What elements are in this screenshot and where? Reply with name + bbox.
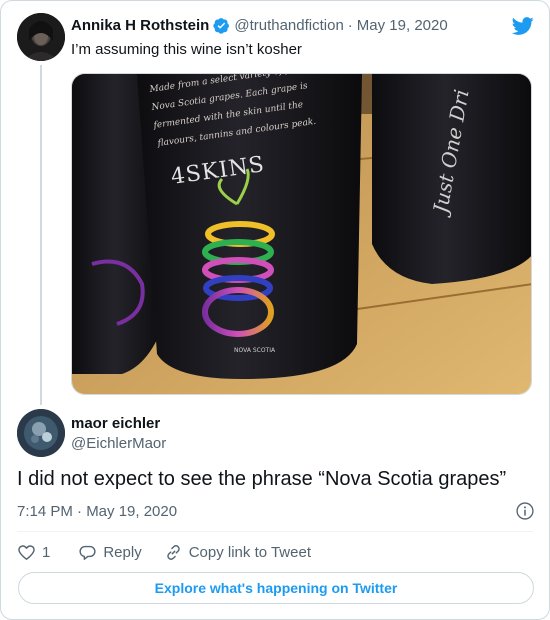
main-tweet-text: I did not expect to see the phrase “Nova… <box>17 468 507 490</box>
copy-link-label: Copy link to Tweet <box>188 543 311 561</box>
main-author-name[interactable]: maor eichler <box>71 415 160 432</box>
avatar-annika[interactable] <box>17 13 65 61</box>
photo-region-text: NOVA SCOTIA <box>234 347 276 354</box>
link-icon <box>166 544 180 560</box>
avatar-portrait-image <box>17 13 65 61</box>
main-author-handle[interactable]: @EichlerMaor <box>71 435 166 452</box>
quoted-author-name[interactable]: Annika H Rothstein <box>71 17 209 34</box>
main-tweet-timestamp[interactable]: 7:14 PM · May 19, 2020 <box>17 503 177 520</box>
explore-twitter-button[interactable]: Explore what's happening on Twitter <box>18 572 534 604</box>
quoted-date[interactable]: May 19, 2020 <box>357 17 448 34</box>
wine-bottles-photo: Just One Dri Made from a select variety … <box>72 74 531 394</box>
quoted-tweet-header: Annika H Rothstein @truthandfiction · Ma… <box>71 17 448 34</box>
actions-divider <box>17 531 533 532</box>
heart-icon <box>18 544 35 560</box>
thread-connector-line <box>40 65 42 405</box>
info-icon[interactable] <box>515 501 535 521</box>
twitter-bird-icon[interactable] <box>511 15 535 37</box>
reply-button[interactable]: Reply <box>78 543 142 562</box>
like-button[interactable]: 1 <box>17 543 50 562</box>
like-count: 1 <box>42 543 51 561</box>
reply-bubble-icon <box>79 545 96 560</box>
meta-separator: · <box>347 17 353 34</box>
avatar-maor[interactable] <box>17 409 65 457</box>
tweet-embed-card: Annika H Rothstein @truthandfiction · Ma… <box>0 0 550 620</box>
copy-link-button[interactable]: Copy link to Tweet <box>164 543 311 562</box>
tweet-actions-bar: 1 Reply Copy link to Tweet <box>17 541 311 563</box>
reply-label: Reply <box>103 543 142 561</box>
verified-badge-icon <box>213 18 230 34</box>
avatar-photo-image <box>17 409 65 457</box>
quoted-tweet-text: I’m assuming this wine isn’t kosher <box>71 41 302 58</box>
tweet-photo[interactable]: Just One Dri Made from a select variety … <box>71 73 532 395</box>
quoted-handle[interactable]: @truthandfiction <box>234 17 343 34</box>
